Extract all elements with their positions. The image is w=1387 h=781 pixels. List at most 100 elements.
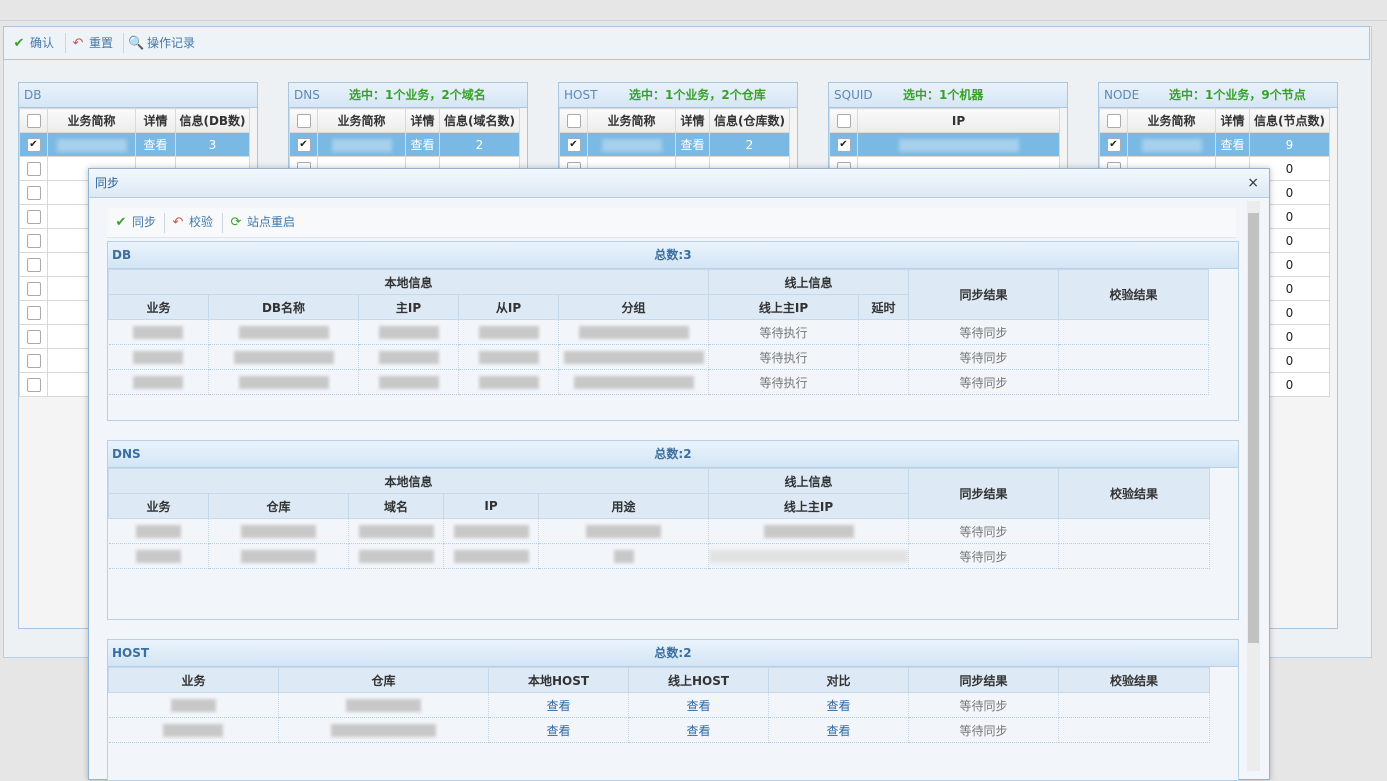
dialog-title: 同步 xyxy=(95,176,120,190)
compare-link[interactable]: 查看 xyxy=(768,717,909,743)
online-host-link[interactable]: 查看 xyxy=(628,717,769,743)
business-name xyxy=(587,132,676,157)
select-all-checkbox[interactable] xyxy=(559,108,588,133)
row-checkbox[interactable] xyxy=(19,276,48,301)
row-checkbox[interactable]: ✔ xyxy=(1099,132,1128,157)
select-all-checkbox[interactable] xyxy=(19,108,48,133)
row-checkbox[interactable]: ✔ xyxy=(289,132,318,157)
col-delay: 延时 xyxy=(858,294,910,320)
detail-link[interactable]: 查看 xyxy=(1215,132,1250,157)
row-checkbox[interactable] xyxy=(19,156,48,181)
toolbar-separator xyxy=(164,213,165,233)
row-checkbox[interactable] xyxy=(19,252,48,277)
info-count: 2 xyxy=(709,132,790,157)
col-business: 业务 xyxy=(108,667,279,693)
table-row: 等待同步 xyxy=(108,543,1211,569)
table-row[interactable]: ✔ 查看 2 xyxy=(559,132,790,157)
check-icon: ✔ xyxy=(13,36,25,51)
row-checkbox[interactable] xyxy=(19,348,48,373)
toolbar-separator xyxy=(222,213,223,233)
col-domain: 域名 xyxy=(348,493,444,519)
sync-button[interactable]: ✔ 同步 xyxy=(113,208,156,237)
detail-link[interactable]: 查看 xyxy=(135,132,176,157)
table-row[interactable]: ✔ 查看 9 xyxy=(1099,132,1330,157)
col-master-ip: 主IP xyxy=(358,294,459,320)
online-host-link[interactable]: 查看 xyxy=(628,692,769,718)
row-checkbox[interactable] xyxy=(19,324,48,349)
row-checkbox[interactable]: ✔ xyxy=(829,132,858,157)
table-row[interactable]: ✔ 查看 2 xyxy=(289,132,520,157)
info-count: 9 xyxy=(1249,132,1330,157)
select-all-checkbox[interactable] xyxy=(1099,108,1128,133)
col-business: 业务简称 xyxy=(317,108,406,133)
scrollbar-thumb[interactable] xyxy=(1248,213,1259,643)
online-status: 等待执行 xyxy=(708,319,860,345)
check-icon: ✔ xyxy=(115,215,127,230)
reset-label: 重置 xyxy=(89,36,114,50)
table-row[interactable]: ✔ xyxy=(829,132,1060,157)
db-grid-header: 业务简称 详情 信息(DB数) xyxy=(19,108,250,133)
host-sync-table: 业务 仓库 本地HOST 线上HOST 对比 同步结果 校验结果 查看 查看 查… xyxy=(108,667,1210,743)
node-panel-title: NODE xyxy=(1104,88,1140,102)
detail-link[interactable]: 查看 xyxy=(405,132,440,157)
col-online-master-ip: 线上主IP xyxy=(708,493,910,519)
reset-button[interactable]: ↶ 重置 xyxy=(70,27,113,59)
db-panel-header: DB xyxy=(19,83,257,108)
dialog-header: 同步 × xyxy=(89,169,1269,198)
sync-status: 等待同步 xyxy=(908,692,1059,718)
col-ip: IP xyxy=(443,493,539,519)
col-business: 业务 xyxy=(108,493,209,519)
db-sync-section: DB 总数:3 本地信息 线上信息 同步结果 校验结果 业务 DB名称 主IP … xyxy=(107,241,1239,421)
host-panel-header: HOST 选中：1个业务，2个仓库 xyxy=(559,83,797,108)
table-row: 等待执行 等待同步 xyxy=(108,319,1210,345)
info-count: 2 xyxy=(439,132,520,157)
operation-log-button[interactable]: 🔍 操作记录 xyxy=(128,27,195,59)
host-total: 总数:2 xyxy=(654,646,692,660)
col-info: 信息(DB数) xyxy=(175,108,250,133)
host-selection-status: 选中：1个业务，2个仓库 xyxy=(629,88,766,102)
toolbar-separator xyxy=(123,33,124,53)
sync-status: 等待同步 xyxy=(908,518,1060,544)
col-info: 信息(域名数) xyxy=(439,108,520,133)
squid-panel-title: SQUID xyxy=(834,88,873,102)
confirm-button[interactable]: ✔ 确认 xyxy=(11,27,54,59)
row-checkbox[interactable] xyxy=(19,300,48,325)
col-ip: IP xyxy=(857,108,1060,133)
row-checkbox[interactable] xyxy=(19,204,48,229)
online-status: 等待执行 xyxy=(708,344,860,370)
db-section-header: DB 总数:3 xyxy=(108,242,1238,269)
col-repo: 仓库 xyxy=(278,667,489,693)
business-name xyxy=(317,132,406,157)
site-restart-button[interactable]: ⟳ 站点重启 xyxy=(228,208,295,237)
db-panel-title: DB xyxy=(24,88,42,102)
col-db-name: DB名称 xyxy=(208,294,359,320)
dns-panel-header: DNS 选中：1个业务，2个域名 xyxy=(289,83,527,108)
detail-link[interactable]: 查看 xyxy=(675,132,710,157)
table-row: 查看 查看 查看 等待同步 xyxy=(108,692,1210,718)
close-icon[interactable]: × xyxy=(1247,169,1259,197)
table-row: 查看 查看 查看 等待同步 xyxy=(108,717,1210,743)
local-host-link[interactable]: 查看 xyxy=(488,692,629,718)
dns-sync-table: 本地信息 线上信息 同步结果 校验结果 业务 仓库 域名 IP 用途 线上主IP… xyxy=(107,468,1211,569)
col-repo: 仓库 xyxy=(208,493,349,519)
main-toolbar: ✔ 确认 ↶ 重置 🔍 操作记录 xyxy=(3,26,1370,60)
row-checkbox[interactable]: ✔ xyxy=(559,132,588,157)
verify-button[interactable]: ↶ 校验 xyxy=(170,208,213,237)
site-restart-label: 站点重启 xyxy=(247,215,296,229)
select-all-checkbox[interactable] xyxy=(289,108,318,133)
row-checkbox[interactable] xyxy=(19,372,48,397)
sync-status: 等待同步 xyxy=(908,344,1060,370)
col-verify-result: 校验结果 xyxy=(1058,269,1210,320)
col-local-host: 本地HOST xyxy=(488,667,629,693)
select-all-checkbox[interactable] xyxy=(829,108,858,133)
col-online-host: 线上HOST xyxy=(628,667,769,693)
row-checkbox[interactable] xyxy=(19,228,48,253)
db-total: 总数:3 xyxy=(654,248,692,262)
row-checkbox[interactable] xyxy=(19,180,48,205)
online-status: 等待执行 xyxy=(708,369,860,395)
operation-log-label: 操作记录 xyxy=(147,36,196,50)
compare-link[interactable]: 查看 xyxy=(768,692,909,718)
row-checkbox[interactable]: ✔ xyxy=(19,132,48,157)
local-host-link[interactable]: 查看 xyxy=(488,717,629,743)
table-row[interactable]: ✔ 查看 3 xyxy=(19,132,250,157)
